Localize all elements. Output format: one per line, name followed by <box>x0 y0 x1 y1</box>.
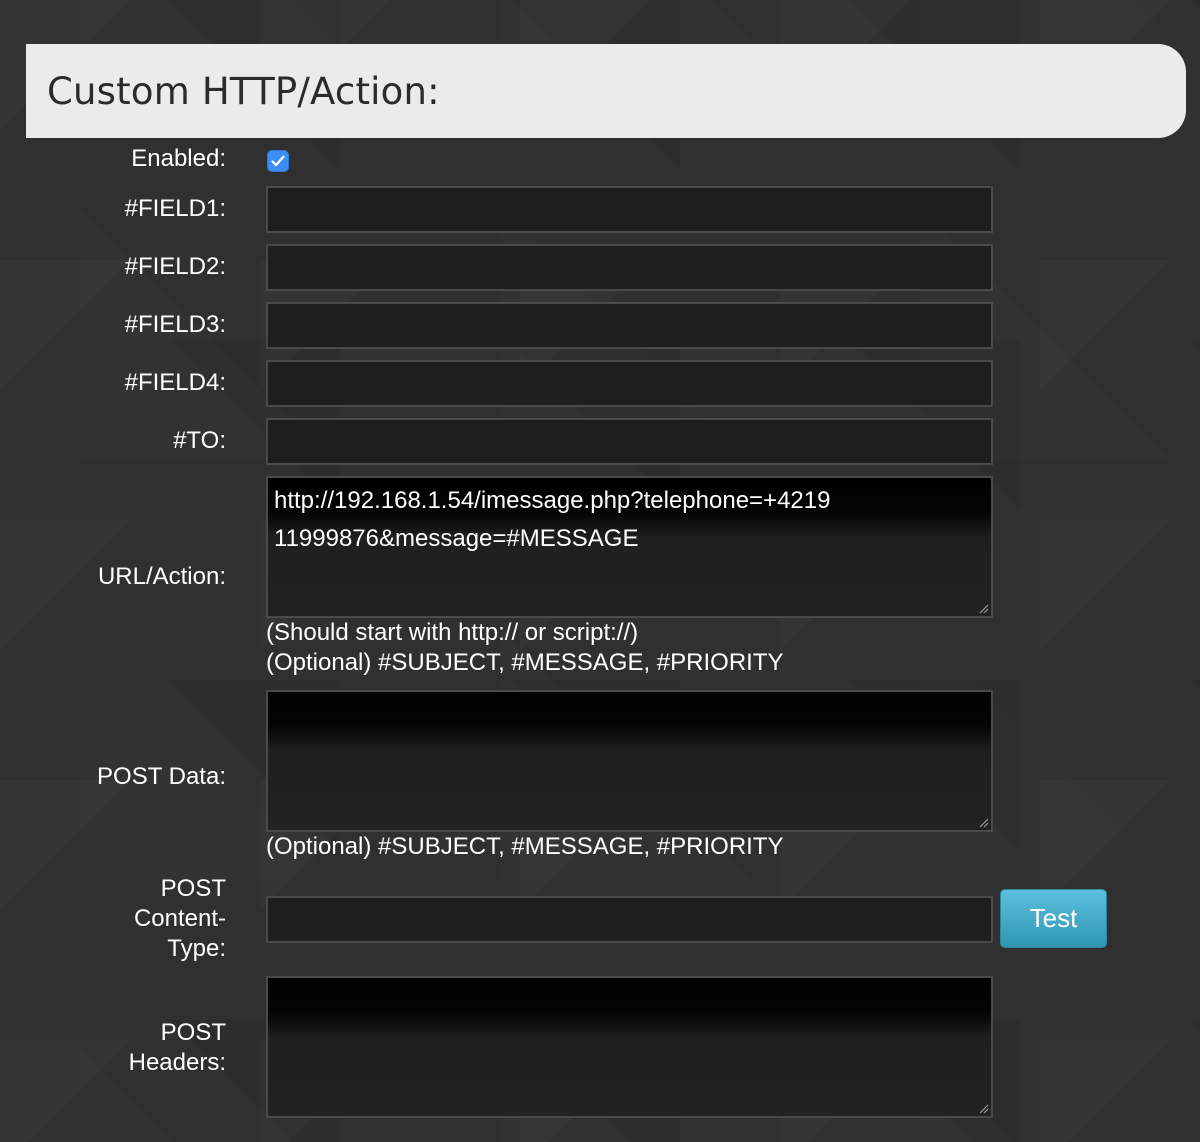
field2-label: #FIELD2: <box>124 253 226 280</box>
url-action-hint-optional: (Optional) #SUBJECT, #MESSAGE, #PRIORITY <box>266 649 784 676</box>
section-header: Custom HTTP/Action: <box>26 44 1186 138</box>
resize-grip-icon[interactable] <box>977 1102 989 1114</box>
field4-input[interactable] <box>266 360 993 407</box>
to-input[interactable] <box>266 418 993 465</box>
to-label: #TO: <box>173 427 226 454</box>
post-data-label: POST Data: <box>97 763 226 790</box>
test-button[interactable]: Test <box>1000 889 1107 948</box>
post-content-type-label: POST Content-Type: <box>133 875 226 962</box>
field3-input[interactable] <box>266 302 993 349</box>
resize-grip-icon[interactable] <box>977 602 989 614</box>
field4-label: #FIELD4: <box>124 369 226 396</box>
post-data-hint: (Optional) #SUBJECT, #MESSAGE, #PRIORITY <box>266 833 784 860</box>
url-action-value: http://192.168.1.54/imessage.php?telepho… <box>274 487 831 552</box>
checkmark-icon <box>271 155 285 167</box>
post-data-textarea[interactable] <box>266 690 993 832</box>
enabled-label: Enabled: <box>131 145 226 172</box>
url-action-hint-start: (Should start with http:// or script://) <box>266 619 639 646</box>
field1-input[interactable] <box>266 186 993 233</box>
post-headers-textarea[interactable] <box>266 976 993 1118</box>
post-content-type-input[interactable] <box>266 896 993 943</box>
section-title: Custom HTTP/Action: <box>47 70 440 113</box>
field1-label: #FIELD1: <box>124 195 226 222</box>
url-action-label: URL/Action: <box>97 563 226 590</box>
field2-input[interactable] <box>266 244 993 291</box>
url-action-textarea[interactable]: http://192.168.1.54/imessage.php?telepho… <box>266 476 993 618</box>
post-headers-label: POST Headers: <box>128 1019 226 1076</box>
enabled-checkbox[interactable] <box>267 150 289 172</box>
resize-grip-icon[interactable] <box>977 816 989 828</box>
field3-label: #FIELD3: <box>124 311 226 338</box>
